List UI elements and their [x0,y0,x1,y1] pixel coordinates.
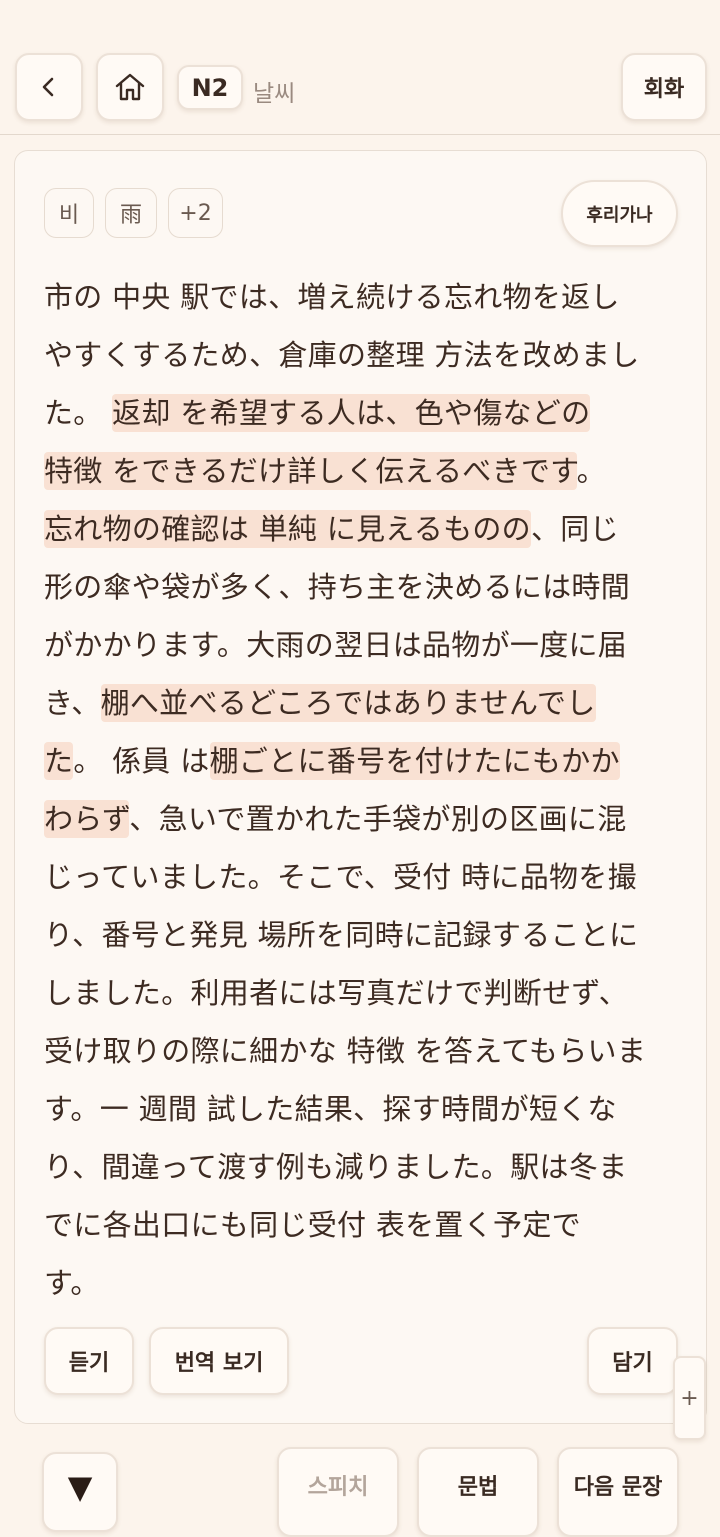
listen-button[interactable]: 듣기 [44,1327,134,1395]
passage-line: す。 [44,1254,684,1312]
passage-line: す。一 週間 試した結果、探す時間が短くな [44,1080,684,1138]
highlighted-segment[interactable]: 返却 を希望する人は、色や傷などの [112,394,591,432]
triangle-down-icon: ▼ [67,1468,93,1506]
tag-more-chip[interactable]: +2 [168,188,223,238]
passage-line: た。 係員 は棚ごとに番号を付けたにもかか [44,732,684,790]
passage-line: 忘れ物の確認は 単純 に見えるものの、同じ [44,500,684,558]
passage-line: き、棚へ並べるどころではありませんでし [44,674,684,732]
text-segment: き、 [44,686,101,720]
japanese-passage: 市の 中央 駅では、増え続ける忘れ物を返し やすくするため、倉庫の整理 方法を改め… [44,268,684,1312]
tag-chip[interactable]: 비 [44,188,94,238]
text-segment: 、同じ [530,512,619,546]
passage-line: わらず、急いで置かれた手袋が別の区画に混 [44,790,684,848]
conversation-button[interactable]: 회화 [621,53,707,121]
text-segment: り、番号と発見 場所を同時に記録することに [44,918,639,952]
highlighted-segment[interactable]: 棚ごとに番号を付けたにもかか [209,742,620,780]
speech-button[interactable]: 스피치 [277,1447,399,1537]
text-segment: 。 係員 は [73,744,210,778]
passage-line: り、番号と発見 場所を同時に記録することに [44,906,684,964]
home-icon [115,73,145,101]
passage-line: しました。利用者には写真だけで判断せず、 [44,964,684,1022]
header-divider [0,134,720,135]
text-segment: た。 [44,396,113,430]
text-segment: じっていました。そこで、受付 時に品物を撮 [44,860,637,894]
side-expand-handle[interactable]: + [673,1356,706,1440]
text-segment: やすくするため、倉庫の整理 方法を改めまし [44,338,640,372]
passage-line: やすくするため、倉庫の整理 方法を改めまし [44,326,684,384]
text-segment: 。 [576,454,606,488]
passage-line: 特徴 をできるだけ詳しく伝えるべきです。 [44,442,684,500]
passage-line: 受け取りの際に細かな 特徴 を答えてもらいま [44,1022,684,1080]
collapse-toggle-button[interactable]: ▼ [42,1452,118,1532]
passage-line: でに各出口にも同じ受付 表を置く予定で [44,1196,684,1254]
highlighted-segment[interactable]: 忘れ物の確認は 単純 に見えるものの [44,510,531,548]
translate-button[interactable]: 번역 보기 [149,1327,289,1395]
highlighted-segment[interactable]: た [44,742,74,780]
passage-line: 形の傘や袋が多く、持ち主を決めるには時間 [44,558,684,616]
tag-chip[interactable]: 雨 [105,188,157,238]
passage-line: た。 返却 を希望する人は、色や傷などの [44,384,684,442]
save-button[interactable]: 담기 [587,1327,678,1395]
grammar-button[interactable]: 문법 [417,1447,539,1537]
level-badge[interactable]: N2 [177,65,243,110]
passage-line: じっていました。そこで、受付 時に品物を撮 [44,848,684,906]
next-sentence-button[interactable]: 다음 문장 [557,1447,679,1537]
back-button[interactable] [15,53,83,121]
passage-line: がかかります。大雨の翌日は品物が一度に届 [44,616,684,674]
text-segment: しました。利用者には写真だけで判断せず、 [44,976,628,1010]
text-segment: でに各出口にも同じ受付 表を置く予定で [44,1208,581,1242]
topic-label: 날씨 [253,81,296,107]
text-segment: り、間違って渡す例も減りました。駅は冬ま [44,1150,628,1184]
home-button[interactable] [96,53,164,121]
highlighted-segment[interactable]: わらず [44,800,130,838]
text-segment: 、急いで置かれた手袋が別の区画に混 [129,802,627,836]
chevron-left-icon [42,77,54,97]
text-segment: す。 [44,1266,100,1300]
furigana-toggle-button[interactable]: 후리가나 [561,180,678,247]
highlighted-segment[interactable]: 棚へ並べるどころではありませんでし [100,684,596,722]
text-segment: 受け取りの際に細かな 特徴 を答えてもらいま [44,1034,647,1068]
text-segment: 市の 中央 駅では、増え続ける忘れ物を返し [44,280,620,314]
text-segment: 形の傘や袋が多く、持ち主を決めるには時間 [44,570,631,604]
text-segment: がかかります。大雨の翌日は品物が一度に届 [44,628,628,662]
passage-line: り、間違って渡す例も減りました。駅は冬ま [44,1138,684,1196]
text-segment: す。一 週間 試した結果、探す時間が短くな [44,1092,617,1126]
passage-line: 市の 中央 駅では、増え続ける忘れ物を返し [44,268,684,326]
highlighted-segment[interactable]: 特徴 をできるだけ詳しく伝えるべきです [44,452,577,490]
